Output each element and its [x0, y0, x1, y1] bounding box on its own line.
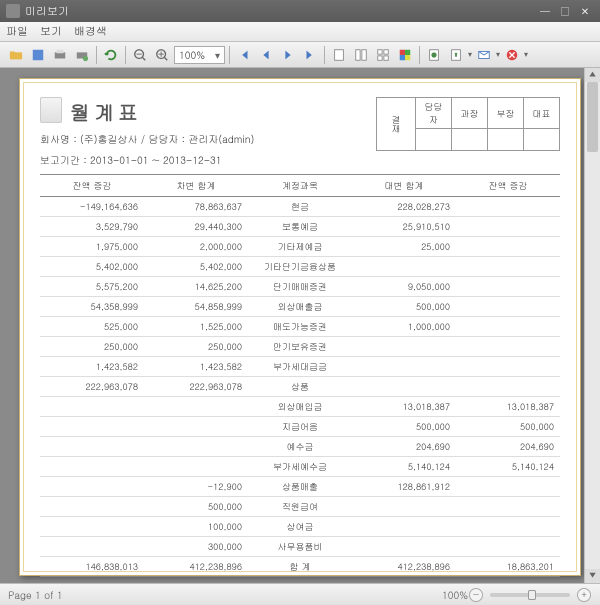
table-row: 지급어음500,000500,000 — [40, 417, 560, 437]
page-title: 월계표 — [70, 97, 142, 126]
zoom-indicator: 100% — [442, 588, 468, 602]
menubar: 파일 보기 배경색 — [0, 22, 600, 42]
layout2-icon[interactable] — [351, 45, 371, 65]
table-row: 300,000사무용품비 — [40, 537, 560, 557]
close-doc-icon[interactable] — [502, 45, 522, 65]
table-row: 1,975,0002,000,000기타제예금25,000 — [40, 237, 560, 257]
table-row: 5,402,0005,402,000기타단기금융상품 — [40, 257, 560, 277]
scroll-down-icon: ▼ — [585, 569, 600, 583]
table-row: 525,0001,525,000매도가능증권1,000,000 — [40, 317, 560, 337]
document-icon — [40, 97, 62, 123]
toolbar: 100%▾ ▾ ▾ ▾ — [0, 42, 600, 68]
menu-view[interactable]: 보기 — [40, 24, 62, 39]
table-row: 외상매입금13,018,38713,018,387 — [40, 397, 560, 417]
first-page-icon[interactable] — [234, 45, 254, 65]
layout3-icon[interactable] — [373, 45, 393, 65]
refresh-icon[interactable] — [101, 45, 121, 65]
save-icon[interactable] — [28, 45, 48, 65]
next-page-icon[interactable] — [278, 45, 298, 65]
menu-background[interactable]: 배경색 — [74, 24, 107, 39]
table-row: 5,575,20014,625,200단기매매증권9,050,000 — [40, 277, 560, 297]
zoom-plus-button[interactable]: + — [577, 588, 591, 602]
table-row: 222,963,078222,963,078상품 — [40, 377, 560, 397]
titlebar: 미리보기 ─ □ ✕ — [0, 0, 600, 22]
table-row: 예수금204,690204,690 — [40, 437, 560, 457]
prev-page-icon[interactable] — [256, 45, 276, 65]
table-row: -149,164,63678,863,637현금228,028,273 — [40, 197, 560, 217]
table-row: -12,900상품매출128,861,912 — [40, 477, 560, 497]
print-setup-icon[interactable] — [72, 45, 92, 65]
page-indicator: Page 1 of 1 — [8, 588, 63, 602]
document-page: 결재 담당자과장부장대표 월계표 회사명 : (주)홍길상사 / 담당자 : 관… — [19, 78, 581, 576]
table-row: 100,000상여금 — [40, 517, 560, 537]
open-icon[interactable] — [6, 45, 26, 65]
scroll-up-icon: ▲ — [585, 68, 600, 82]
zoom-slider[interactable] — [490, 593, 570, 597]
workspace: 결재 담당자과장부장대표 월계표 회사명 : (주)홍길상사 / 담당자 : 관… — [0, 68, 600, 583]
table-row: 250,000250,000만기보유증권 — [40, 337, 560, 357]
table-row: 부가세예수금5,140,1245,140,124 — [40, 457, 560, 477]
close-button[interactable]: ✕ — [576, 4, 594, 18]
zoom-select[interactable]: 100%▾ — [174, 46, 225, 64]
window-title: 미리보기 — [25, 4, 69, 19]
layout1-icon[interactable] — [329, 45, 349, 65]
table-row: 3,529,79029,440,300보통예금25,910,510 — [40, 217, 560, 237]
export-icon[interactable] — [446, 45, 466, 65]
app-icon — [6, 4, 20, 18]
period-line: 보고기간 : 2013-01-01 ~ 2013-12-31 — [40, 153, 560, 168]
maximize-button[interactable]: □ — [556, 4, 574, 18]
menu-file[interactable]: 파일 — [6, 24, 28, 39]
vertical-scrollbar[interactable]: ▲ ▼ — [584, 68, 600, 583]
zoom-in-icon[interactable] — [152, 45, 172, 65]
statusbar: Page 1 of 1 100% − + — [0, 583, 600, 605]
zoom-out-icon[interactable] — [130, 45, 150, 65]
watermark-icon[interactable] — [424, 45, 444, 65]
scroll-thumb — [587, 82, 598, 152]
email-icon[interactable] — [474, 45, 494, 65]
print-icon[interactable] — [50, 45, 70, 65]
table-row: 54,358,99954,858,999외상매출금500,000 — [40, 297, 560, 317]
report-table: 잔액 증감 차변 합계 계정과목 대변 합계 잔액 증감 -149,164,63… — [40, 174, 560, 577]
zoom-minus-button[interactable]: − — [469, 588, 483, 602]
table-row: 1,423,5821,423,582부가세대급금 — [40, 357, 560, 377]
color-icon[interactable] — [395, 45, 415, 65]
total-row: 146,838,013 412,238,896 합 계 412,238,896 … — [40, 557, 560, 577]
last-page-icon[interactable] — [300, 45, 320, 65]
approval-box: 결재 담당자과장부장대표 — [376, 97, 560, 151]
table-row: 500,000직원급여 — [40, 497, 560, 517]
minimize-button[interactable]: ─ — [536, 4, 554, 18]
